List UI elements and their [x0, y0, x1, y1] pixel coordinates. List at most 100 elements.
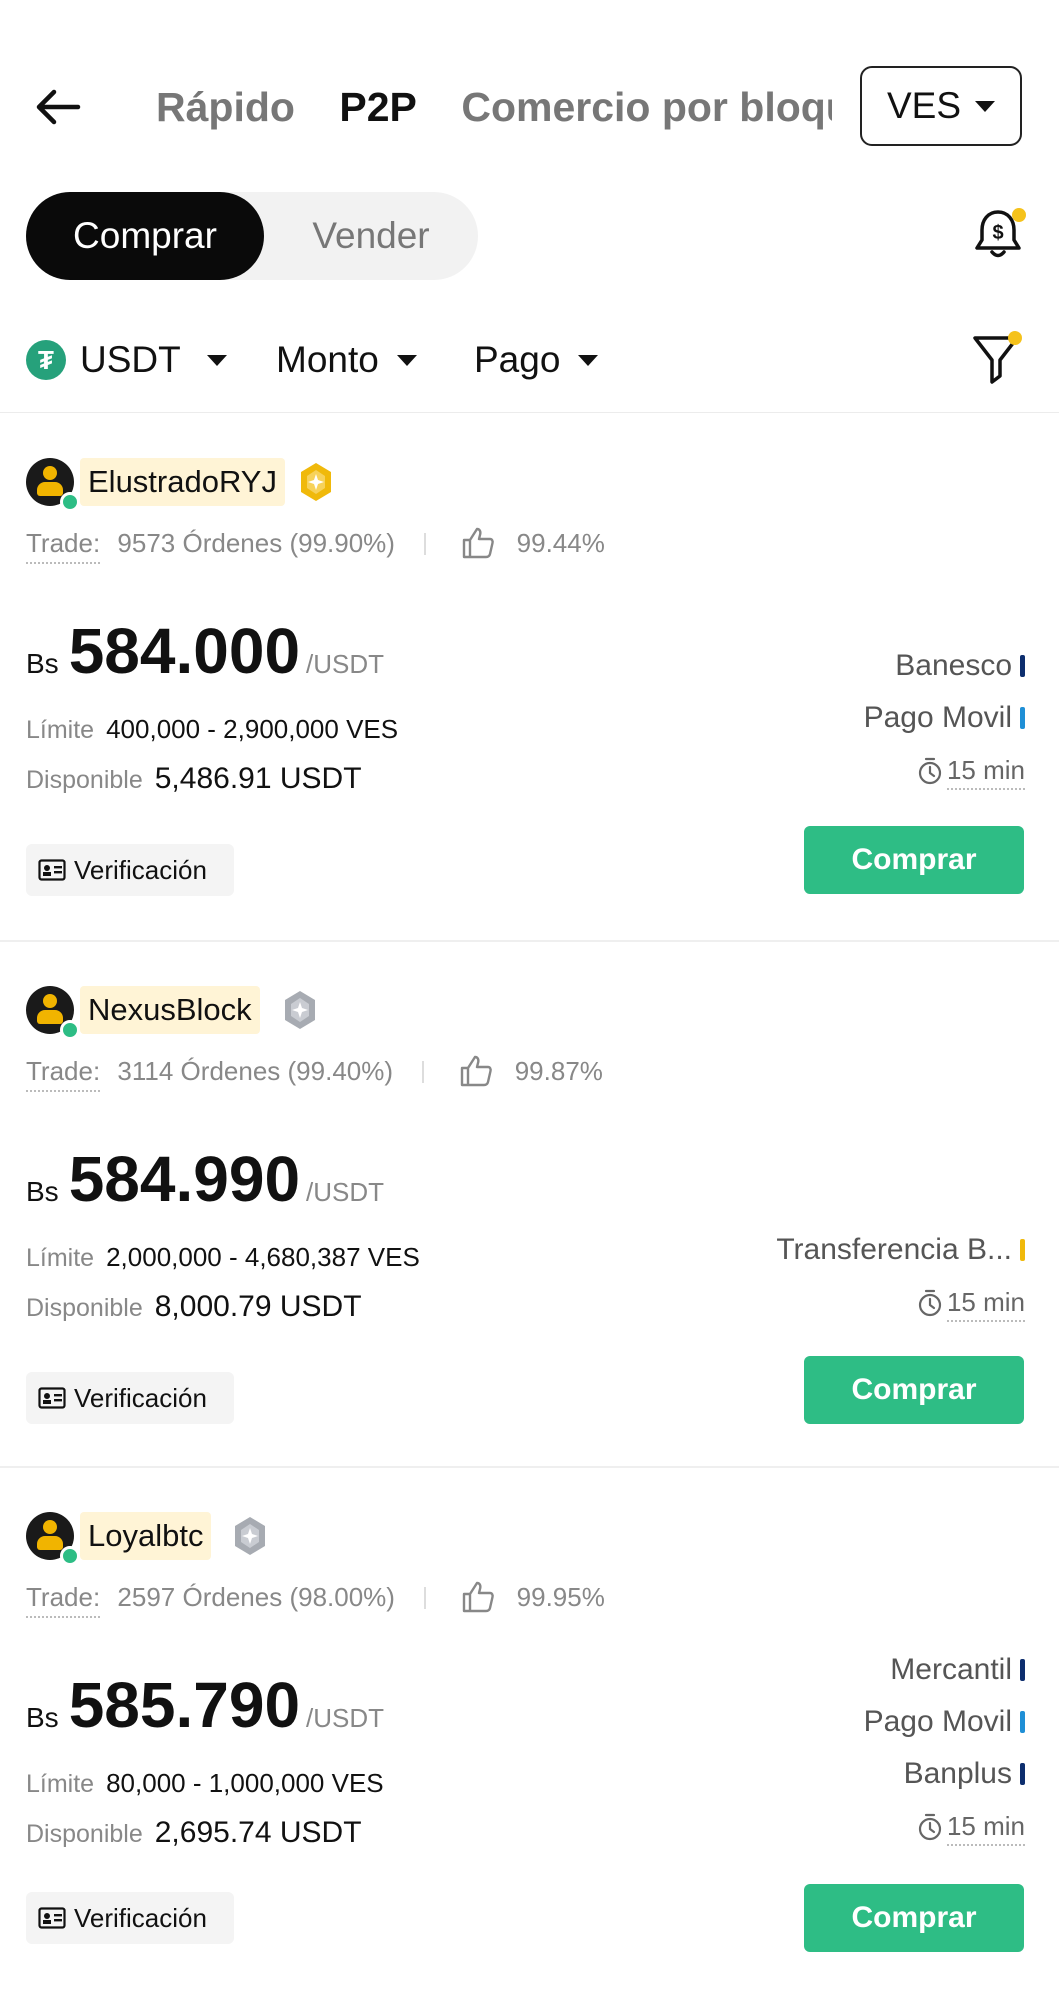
tether-icon: ₮: [26, 340, 66, 380]
limit-value: 2,000,000 - 4,680,387 VES: [106, 1242, 420, 1272]
limit-label: Límite: [26, 1770, 95, 1798]
timer-icon: [918, 757, 942, 785]
thumbs-up-icon: [463, 1581, 495, 1613]
caret-down-icon: [206, 354, 227, 366]
back-button[interactable]: [30, 82, 90, 132]
mode-tabs: Rápido P2P Comercio por bloques: [156, 66, 832, 148]
tab-rapido[interactable]: Rápido: [156, 66, 295, 148]
notification-dot: [1008, 331, 1022, 345]
limit-value: 80,000 - 1,000,000 VES: [106, 1768, 384, 1798]
available-value: 2,695.74 USDT: [154, 1816, 362, 1849]
asset-filter[interactable]: ₮ USDT: [26, 330, 227, 390]
buy-button[interactable]: Comprar: [804, 826, 1024, 894]
payment-method: Transferencia B...: [776, 1224, 1025, 1276]
completion-rate: (98.00%): [289, 1582, 395, 1612]
order-count: 2597 Órdenes: [117, 1582, 283, 1612]
limit-label: Límite: [26, 1244, 95, 1272]
currency-symbol: Bs: [26, 1702, 59, 1733]
payment-filter[interactable]: Pago: [474, 330, 599, 390]
caret-down-icon: [975, 100, 996, 112]
fiat-currency-value: VES: [886, 85, 962, 126]
merchant-avatar[interactable]: [26, 986, 80, 1040]
price-row: Bs 584.990/USDT: [26, 1142, 384, 1216]
limit-row: Límite 80,000 - 1,000,000 VES: [26, 1768, 384, 1799]
id-card-icon: [38, 1387, 66, 1409]
amount-filter[interactable]: Monto: [276, 330, 417, 390]
notification-dot: [1012, 208, 1026, 222]
advanced-filter-button[interactable]: [970, 330, 1026, 390]
buy-button[interactable]: Comprar: [804, 1884, 1024, 1952]
fiat-currency-select[interactable]: VES: [860, 66, 1022, 146]
timer-icon: [918, 1289, 942, 1317]
payment-time-limit: 15 min: [864, 744, 1025, 796]
payment-method: Mercantil: [864, 1644, 1025, 1696]
silver-badge-icon: [285, 991, 315, 1029]
thumbs-up-icon: [463, 527, 495, 559]
completion-rate: (99.40%): [287, 1056, 394, 1086]
available-row: Disponible 5,486.91 USDT: [26, 762, 362, 796]
price-unit: /USDT: [306, 649, 385, 679]
merchant-name[interactable]: NexusBlock: [80, 986, 260, 1034]
limit-row: Límite 400,000 - 2,900,000 VES: [26, 714, 398, 745]
unit-price: 584.990: [68, 1143, 301, 1215]
offer-card: NexusBlock Trade: 3114 Órdenes (99.40%) …: [0, 942, 1059, 1467]
payment-method: Banplus: [864, 1748, 1025, 1800]
available-row: Disponible 8,000.79 USDT: [26, 1290, 362, 1324]
merchant-name[interactable]: Loyalbtc: [80, 1512, 212, 1560]
divider: [0, 412, 1059, 413]
thumbs-up-icon: [461, 1055, 493, 1087]
available-label: Disponible: [26, 766, 143, 794]
verification-label: Verificación: [74, 1902, 207, 1933]
available-value: 8,000.79 USDT: [154, 1290, 362, 1323]
unit-price: 585.790: [68, 1669, 301, 1741]
merchant-stats: Trade: 9573 Órdenes (99.90%) 99.44%: [26, 526, 605, 564]
payment-method: Pago Movil: [864, 1696, 1025, 1748]
limit-row: Límite 2,000,000 - 4,680,387 VES: [26, 1242, 420, 1273]
merchant-avatar[interactable]: [26, 458, 80, 512]
trade-label[interactable]: Trade:: [26, 1056, 101, 1092]
payment-methods: Banesco Pago Movil 15 min: [864, 640, 1025, 796]
offer-card: Loyalbtc Trade: 2597 Órdenes (98.00%) 99…: [0, 1468, 1059, 1993]
online-status-dot: [60, 1020, 80, 1040]
trade-label[interactable]: Trade:: [26, 528, 101, 564]
completion-rate: (99.90%): [289, 528, 395, 558]
buy-sell-toggle: Comprar Vender: [26, 192, 478, 280]
buy-button[interactable]: Comprar: [804, 1356, 1024, 1424]
tab-block-trade[interactable]: Comercio por bloques: [461, 66, 832, 148]
id-card-icon: [38, 1907, 66, 1929]
price-unit: /USDT: [306, 1703, 385, 1733]
price-alert-button[interactable]: $: [970, 206, 1030, 266]
payment-method: Banesco: [864, 640, 1025, 692]
online-status-dot: [60, 492, 80, 512]
order-count: 9573 Órdenes: [117, 528, 283, 558]
verification-tag: Verificación: [26, 844, 234, 896]
gold-badge-icon: [301, 463, 331, 501]
caret-down-icon: [578, 354, 599, 366]
currency-symbol: Bs: [26, 648, 59, 679]
payment-time-limit: 15 min: [864, 1800, 1025, 1852]
merchant-avatar[interactable]: [26, 1512, 80, 1566]
payment-methods: Mercantil Pago Movil Banplus 15 min: [864, 1644, 1025, 1852]
arrow-left-icon: [36, 89, 81, 125]
positive-rate: 99.87%: [514, 1056, 603, 1086]
amount-filter-label: Monto: [276, 339, 379, 380]
buy-tab[interactable]: Comprar: [26, 192, 264, 280]
merchant-name[interactable]: ElustradoRYJ: [80, 458, 285, 506]
caret-down-icon: [396, 354, 417, 366]
price-row: Bs 584.000/USDT: [26, 614, 384, 688]
top-nav: Rápido P2P Comercio por bloques VES: [0, 66, 1059, 148]
trade-label[interactable]: Trade:: [26, 1582, 101, 1618]
price-row: Bs 585.790/USDT: [26, 1668, 384, 1742]
payment-filter-label: Pago: [474, 339, 561, 380]
payment-method: Pago Movil: [864, 692, 1025, 744]
positive-rate: 99.95%: [516, 1582, 605, 1612]
verification-tag: Verificación: [26, 1372, 234, 1424]
merchant-stats: Trade: 2597 Órdenes (98.00%) 99.95%: [26, 1580, 605, 1618]
filter-bar: ₮ USDT Monto Pago: [26, 330, 1026, 390]
payment-time-limit: 15 min: [776, 1276, 1025, 1328]
sell-tab[interactable]: Vender: [264, 192, 478, 280]
verification-label: Verificación: [74, 854, 207, 885]
available-row: Disponible 2,695.74 USDT: [26, 1816, 362, 1850]
verification-tag: Verificación: [26, 1892, 234, 1944]
tab-p2p[interactable]: P2P: [339, 66, 417, 148]
